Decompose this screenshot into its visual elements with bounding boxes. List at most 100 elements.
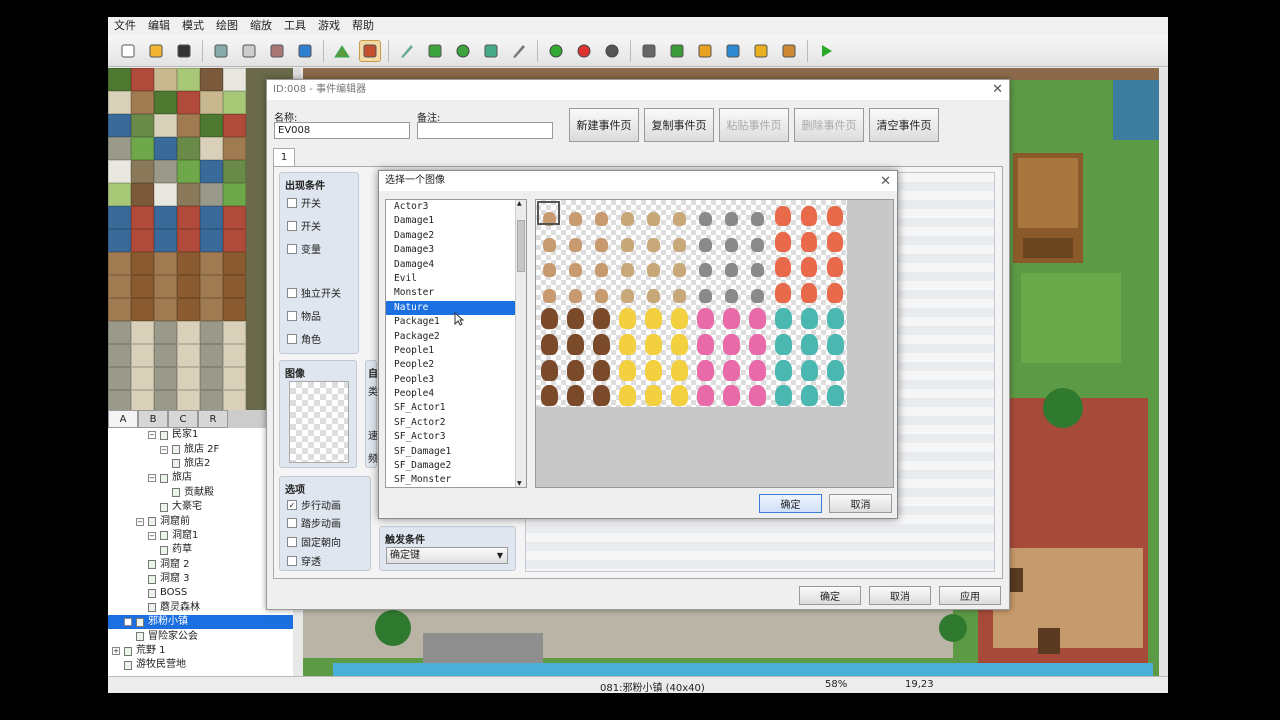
tile[interactable] bbox=[200, 298, 223, 321]
tile[interactable] bbox=[108, 68, 131, 91]
sprite-cell[interactable] bbox=[692, 381, 718, 407]
open-folder-icon[interactable] bbox=[145, 40, 167, 62]
new-page-button[interactable]: 新建事件页 bbox=[569, 108, 639, 142]
tile[interactable] bbox=[200, 114, 223, 137]
tile[interactable] bbox=[177, 183, 200, 206]
tile[interactable] bbox=[200, 68, 223, 91]
sprite-cell[interactable] bbox=[614, 303, 640, 329]
shadow-pen-icon[interactable] bbox=[508, 40, 530, 62]
tile[interactable] bbox=[200, 344, 223, 367]
menu-item-6[interactable]: 游戏 bbox=[312, 17, 346, 35]
tile[interactable] bbox=[223, 229, 246, 252]
sprite-cell[interactable] bbox=[770, 329, 796, 355]
sprite-cell[interactable] bbox=[536, 277, 562, 304]
sprite-cell[interactable] bbox=[744, 252, 770, 278]
sprite-cell[interactable] bbox=[536, 303, 562, 329]
close-icon[interactable]: ✕ bbox=[880, 174, 891, 189]
tile[interactable] bbox=[154, 160, 177, 183]
sprite-cell[interactable] bbox=[718, 252, 744, 278]
tileset-tab-b[interactable]: B bbox=[138, 410, 168, 428]
menu-item-7[interactable]: 帮助 bbox=[346, 17, 380, 35]
map-tree-item[interactable]: + 荒野 1 bbox=[108, 644, 293, 658]
playtest-icon[interactable] bbox=[815, 40, 837, 62]
sprite-cell[interactable] bbox=[536, 381, 562, 407]
scroll-thumb[interactable] bbox=[517, 220, 525, 272]
image-file-item[interactable]: SF_Monster bbox=[386, 473, 526, 487]
sprite-cell[interactable] bbox=[562, 329, 588, 355]
tile[interactable] bbox=[177, 160, 200, 183]
cancel-button[interactable]: 取消 bbox=[869, 586, 931, 605]
tile[interactable] bbox=[108, 321, 131, 344]
image-file-item[interactable]: SF_Actor2 bbox=[386, 416, 526, 430]
sprite-cell[interactable] bbox=[744, 303, 770, 329]
image-file-item[interactable]: People2 bbox=[386, 358, 526, 372]
tile[interactable] bbox=[108, 91, 131, 114]
sprite-cell[interactable] bbox=[718, 355, 744, 381]
tile[interactable] bbox=[154, 114, 177, 137]
option-walking[interactable]: ✓ 步行动画 bbox=[287, 497, 341, 512]
image-file-item[interactable]: People4 bbox=[386, 387, 526, 401]
tile[interactable] bbox=[177, 229, 200, 252]
sprite-cell[interactable] bbox=[822, 303, 848, 329]
sprite-cell[interactable] bbox=[588, 277, 614, 304]
sound-icon[interactable] bbox=[694, 40, 716, 62]
tile[interactable] bbox=[131, 229, 154, 252]
sprite-cell[interactable] bbox=[562, 381, 588, 407]
sprite-cell[interactable] bbox=[770, 277, 796, 304]
sprite-cell[interactable] bbox=[796, 355, 822, 381]
paste-page-button[interactable]: 粘贴事件页 bbox=[719, 108, 789, 142]
tile[interactable] bbox=[177, 114, 200, 137]
tile[interactable] bbox=[108, 114, 131, 137]
tile[interactable] bbox=[200, 229, 223, 252]
sprite-cell[interactable] bbox=[614, 381, 640, 407]
tile[interactable] bbox=[108, 367, 131, 390]
sprite-cell[interactable] bbox=[614, 277, 640, 304]
image-file-item[interactable]: SF_Damage2 bbox=[386, 459, 526, 473]
sprite-cell[interactable] bbox=[822, 200, 848, 226]
tile[interactable] bbox=[131, 206, 154, 229]
sprite-cell[interactable] bbox=[692, 303, 718, 329]
condition-item[interactable]: 物品 bbox=[287, 308, 321, 323]
image-file-item[interactable]: Actor3 bbox=[386, 200, 526, 214]
map-mode-icon[interactable] bbox=[331, 40, 353, 62]
tile[interactable] bbox=[223, 114, 246, 137]
sprite-cell[interactable] bbox=[640, 200, 666, 226]
tile[interactable] bbox=[177, 367, 200, 390]
sprite-cell[interactable] bbox=[536, 355, 562, 381]
tile[interactable] bbox=[108, 160, 131, 183]
tile[interactable] bbox=[200, 321, 223, 344]
sprite-cell[interactable] bbox=[822, 381, 848, 407]
zoom-out-icon[interactable] bbox=[573, 40, 595, 62]
sprite-cell[interactable] bbox=[614, 200, 640, 226]
condition-actor[interactable]: 角色 bbox=[287, 331, 321, 346]
plugin-icon[interactable] bbox=[666, 40, 688, 62]
sprite-cell[interactable] bbox=[588, 355, 614, 381]
tile[interactable] bbox=[223, 206, 246, 229]
tile[interactable] bbox=[223, 275, 246, 298]
sprite-cell[interactable] bbox=[562, 226, 588, 252]
menu-item-2[interactable]: 模式 bbox=[176, 17, 210, 35]
image-file-item[interactable]: Monster bbox=[386, 286, 526, 300]
image-file-item[interactable]: People1 bbox=[386, 344, 526, 358]
sprite-sheet[interactable] bbox=[536, 200, 847, 407]
tile[interactable] bbox=[223, 321, 246, 344]
sprite-cell[interactable] bbox=[666, 200, 692, 226]
condition-switch1[interactable]: 开关 bbox=[287, 195, 321, 210]
tile[interactable] bbox=[154, 275, 177, 298]
tile[interactable] bbox=[131, 91, 154, 114]
database-icon[interactable] bbox=[638, 40, 660, 62]
tile[interactable] bbox=[154, 137, 177, 160]
tile[interactable] bbox=[131, 252, 154, 275]
sprite-cell[interactable] bbox=[588, 329, 614, 355]
condition-self-switch[interactable]: 独立开关 bbox=[287, 285, 341, 300]
sprite-cell[interactable] bbox=[692, 200, 718, 226]
tile[interactable] bbox=[108, 298, 131, 321]
tile[interactable] bbox=[154, 390, 177, 410]
sprite-cell[interactable] bbox=[822, 329, 848, 355]
sprite-cell[interactable] bbox=[692, 355, 718, 381]
tile[interactable] bbox=[131, 68, 154, 91]
sprite-cell[interactable] bbox=[718, 381, 744, 407]
tile[interactable] bbox=[177, 137, 200, 160]
sprite-cell[interactable] bbox=[770, 200, 796, 226]
tile[interactable] bbox=[108, 206, 131, 229]
